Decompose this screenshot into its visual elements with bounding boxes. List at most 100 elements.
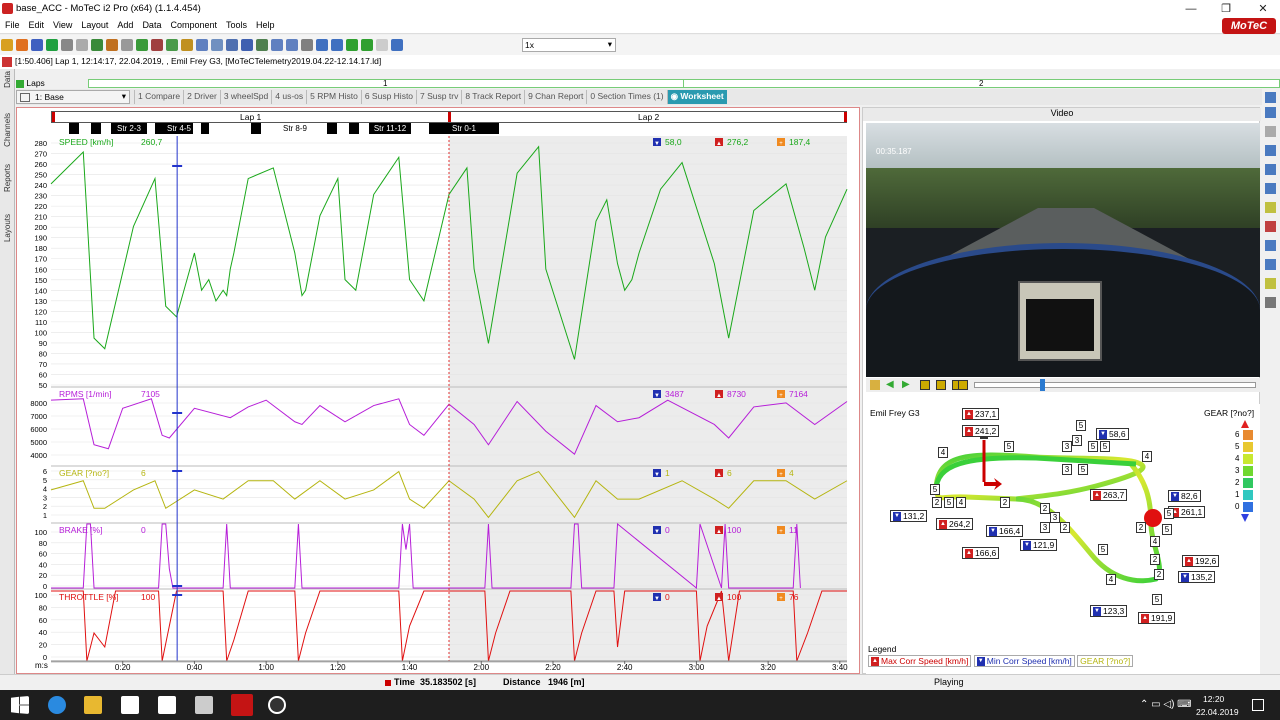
camera-icon[interactable] [286,39,298,51]
tab-us-os[interactable]: 4 us-os [271,90,306,104]
tool-icon[interactable] [1265,107,1277,118]
app-a-icon[interactable] [195,696,213,714]
channel-max-marker-glyph: ▲ [716,529,722,535]
tab-susp-trv[interactable]: 7 Susp trv [416,90,461,104]
right-icon[interactable] [331,39,343,51]
minimize-icon[interactable]: — [1184,2,1198,16]
swap-icon[interactable] [241,39,253,51]
video-scrubber-handle[interactable] [1040,379,1045,391]
tool-icon[interactable] [1265,183,1277,194]
tool-icon[interactable] [1265,145,1277,156]
tab-compare[interactable]: 1 Compare [134,90,183,104]
clock-icon[interactable] [271,39,283,51]
grid-icon[interactable] [226,39,238,51]
refresh-icon[interactable] [91,39,103,51]
tab-track-report[interactable]: 8 Track Report [461,90,524,104]
tab-chan-report[interactable]: 9 Chan Report [524,90,586,104]
rewind-icon[interactable]: ◀ [886,379,894,390]
store-icon[interactable] [121,696,139,714]
sidebar-data[interactable]: Data [3,71,12,88]
pause-icon[interactable] [936,380,946,390]
sidebar-layouts[interactable]: Layouts [3,214,12,242]
layout-icon[interactable] [181,39,193,51]
video-scrubber[interactable] [974,382,1256,388]
flag-icon[interactable] [346,39,358,51]
track-map[interactable]: Emil Frey G3 GEAR [?no?] ▲ 237,1 ▲ 241,2 ▲… [866,404,1260,674]
filter-icon[interactable] [106,39,118,51]
tab-rpm-histo[interactable]: 5 RPM Histo [306,90,361,104]
x-tick-label: 2:00 [473,663,489,672]
workbook-select[interactable]: 1: Base ▾ [16,90,130,104]
tab-worksheet[interactable]: ◉ Worksheet [666,90,727,104]
lock-icon[interactable] [870,380,880,390]
tool-icon[interactable] [1265,126,1277,137]
math-icon[interactable] [166,39,178,51]
menu-tools[interactable]: Tools [221,18,251,30]
print-icon[interactable] [61,39,73,51]
open-icon[interactable] [1,39,13,51]
video-frame[interactable]: 00:35.187 [866,123,1260,377]
tool-icon[interactable] [1265,202,1277,213]
menu-edit[interactable]: Edit [24,18,49,30]
mail-icon[interactable] [158,696,176,714]
laps-bar[interactable]: 1 2 [88,79,1280,88]
menu-help[interactable]: Help [251,18,279,30]
motec-i2-icon[interactable] [231,694,253,716]
table-icon[interactable] [196,39,208,51]
square-icon[interactable] [391,39,403,51]
channel-avg-marker-glyph: + [779,472,783,478]
tool-icon[interactable] [1265,240,1277,251]
grid2-icon[interactable] [301,39,313,51]
zoom-icon[interactable] [361,39,373,51]
maximize-icon[interactable]: ❐ [1219,2,1233,16]
sheet-icon[interactable] [136,39,148,51]
toolbar: 1x ▾ [0,35,1280,55]
export-icon[interactable] [46,39,58,51]
matrix-icon[interactable] [256,39,268,51]
tool-icon[interactable] [1265,92,1277,103]
left-icon[interactable] [316,39,328,51]
close-icon[interactable]: ✕ [1256,2,1270,16]
edit-icon[interactable] [121,39,133,51]
load-icon[interactable] [16,39,28,51]
menu-view[interactable]: View [48,18,76,30]
tool-icon[interactable] [1265,259,1277,270]
forward-icon[interactable]: ▶ [902,379,910,390]
zoom-select[interactable]: 1x ▾ [522,38,616,52]
x-tick-label: 2:40 [617,663,633,672]
next-frame-icon[interactable] [958,380,968,390]
telemetry-plot[interactable]: 2802702602502402302202102001901801701601… [17,108,861,675]
notification-icon[interactable] [1252,699,1264,711]
menu-component[interactable]: Component [165,18,221,30]
menu-file[interactable]: File [0,18,24,30]
steam-icon[interactable] [268,696,286,714]
sidebar-channels[interactable]: Channels [3,113,12,147]
menu-add[interactable]: Add [112,18,137,30]
time-distance-chart[interactable]: Lap 1 Lap 2 Str 2-3 Str 4-5 Str 8-9 Str … [16,107,860,674]
menu-data[interactable]: Data [137,18,165,30]
save-icon[interactable] [31,39,43,51]
menu-layout[interactable]: Layout [76,18,112,30]
max-speed-label: ▲ 241,2 [962,425,1000,437]
channel-name: SPEED [km/h] [59,137,113,147]
edge-icon[interactable] [48,696,66,714]
file-explorer-icon[interactable] [84,696,102,714]
preview-icon[interactable] [76,39,88,51]
tab-susp-histo[interactable]: 6 Susp Histo [360,90,416,104]
tool-icon[interactable] [1265,221,1277,232]
tool-icon[interactable] [1265,297,1277,308]
tab-section-times[interactable]: 0 Section Times (1) [586,90,666,104]
windows-start-icon[interactable] [11,696,29,714]
tool-icon[interactable] [1265,278,1277,289]
marker-icon[interactable] [151,39,163,51]
info-bar: [1:50.406] Lap 1, 12:14:17, 22.04.2019, … [0,55,1280,69]
gear-scale-top-icon [1241,420,1249,428]
tray-icons[interactable]: ⌃ ▭ ◁) ⌨ [1140,699,1192,710]
sidebar-reports[interactable]: Reports [3,164,12,192]
tab-wheelspd[interactable]: 3 wheelSpd [219,90,271,104]
tool-icon[interactable] [1265,164,1277,175]
stop-icon[interactable] [920,380,930,390]
cloud-icon[interactable] [376,39,388,51]
list-icon[interactable] [211,39,223,51]
tab-driver[interactable]: 2 Driver [183,90,220,104]
